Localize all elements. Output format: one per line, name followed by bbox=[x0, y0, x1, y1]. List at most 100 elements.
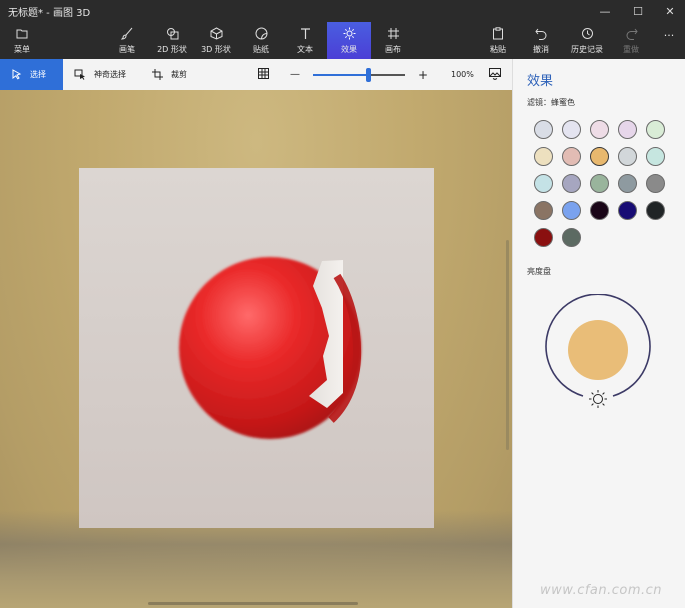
effects-sun-icon bbox=[342, 27, 356, 41]
zoom-in-button[interactable]: + bbox=[418, 59, 430, 90]
maximize-button[interactable]: ☐ bbox=[622, 0, 654, 22]
filter-swatch[interactable] bbox=[534, 228, 553, 247]
sub-toolbar: 选择 神奇选择 裁剪 — + 100% bbox=[0, 59, 512, 90]
filter-swatch[interactable] bbox=[646, 147, 665, 166]
panel-title: 效果 bbox=[527, 74, 554, 89]
shapes2d-label: 2D 形状 bbox=[157, 44, 187, 54]
crop-button[interactable]: 裁剪 bbox=[152, 59, 194, 90]
red-sphere-3d-object[interactable] bbox=[79, 168, 434, 528]
filter-swatch[interactable] bbox=[534, 201, 553, 220]
drawing-canvas[interactable] bbox=[79, 168, 434, 528]
redo-button[interactable]: 重做 bbox=[617, 22, 645, 59]
clipboard-icon bbox=[491, 27, 505, 41]
canvas-label: 画布 bbox=[385, 44, 401, 54]
history-label: 历史记录 bbox=[571, 44, 603, 54]
filter-swatch[interactable] bbox=[562, 147, 581, 166]
magic-select-icon bbox=[74, 69, 86, 80]
stickers-label: 贴纸 bbox=[253, 44, 269, 54]
redo-label: 重做 bbox=[623, 44, 639, 54]
vertical-scrollbar[interactable] bbox=[506, 240, 509, 450]
cursor-icon bbox=[12, 69, 22, 80]
zoom-slider-thumb[interactable] bbox=[365, 67, 371, 82]
magic-select-button[interactable]: 神奇选择 bbox=[74, 59, 136, 90]
filter-swatch[interactable] bbox=[534, 120, 553, 139]
canvas-button[interactable]: 画布 bbox=[378, 22, 408, 59]
window-title: 无标题* - 画图 3D bbox=[8, 8, 91, 19]
zoom-slider-track bbox=[313, 67, 405, 82]
horizontal-scrollbar[interactable] bbox=[148, 602, 358, 605]
shapes-2d-icon bbox=[165, 27, 179, 41]
main-toolbar: 菜单 画笔 2D 形状 3D 形状 贴纸 文本 效果 画布 粘贴 撤消 历史记录… bbox=[0, 22, 685, 59]
brushes-label: 画笔 bbox=[119, 44, 135, 54]
canvas-grid-icon bbox=[386, 27, 400, 41]
effects-button[interactable]: 效果 bbox=[327, 22, 371, 59]
zoom-out-button[interactable]: — bbox=[290, 59, 302, 90]
brushes-button[interactable]: 画笔 bbox=[110, 22, 144, 59]
more-label: ··· bbox=[663, 29, 675, 42]
undo-label: 撤消 bbox=[533, 44, 549, 54]
filter-swatch[interactable] bbox=[646, 120, 665, 139]
view-options-button[interactable] bbox=[489, 59, 503, 90]
watermark-text: www.cfan.com.cn bbox=[540, 583, 663, 598]
shapes3d-label: 3D 形状 bbox=[201, 44, 231, 54]
filter-swatch[interactable] bbox=[618, 201, 637, 220]
canvas-workspace[interactable] bbox=[0, 90, 512, 608]
brightness-dial[interactable] bbox=[543, 294, 653, 409]
history-clock-icon bbox=[580, 27, 594, 41]
menu-label: 菜单 bbox=[14, 44, 30, 54]
title-bar: 无标题* - 画图 3D — ☐ ✕ bbox=[0, 0, 685, 22]
filter-swatch[interactable] bbox=[534, 147, 553, 166]
sticker-icon bbox=[254, 27, 268, 41]
filter-swatch[interactable] bbox=[590, 174, 609, 193]
cube-icon bbox=[209, 27, 223, 41]
filter-swatch[interactable] bbox=[618, 147, 637, 166]
filter-swatch[interactable] bbox=[562, 228, 581, 247]
filter-swatch[interactable] bbox=[562, 120, 581, 139]
text-label: 文本 bbox=[297, 44, 313, 54]
effects-panel: 效果 滤镜：蜂蜜色 亮度盘 bbox=[512, 59, 685, 608]
filter-swatch[interactable] bbox=[534, 174, 553, 193]
zoom-percentage[interactable]: 100% bbox=[451, 59, 477, 90]
folder-icon bbox=[15, 27, 29, 41]
brush-icon bbox=[120, 27, 134, 41]
grid-icon bbox=[258, 68, 269, 81]
brightness-color-preview bbox=[568, 320, 628, 380]
grid-toggle-button[interactable] bbox=[258, 59, 272, 90]
filter-swatch[interactable] bbox=[590, 201, 609, 220]
shapes3d-button[interactable]: 3D 形状 bbox=[196, 22, 236, 59]
redo-icon bbox=[624, 27, 638, 41]
minimize-button[interactable]: — bbox=[589, 0, 621, 22]
filter-swatch[interactable] bbox=[618, 120, 637, 139]
crop-label: 裁剪 bbox=[171, 70, 187, 79]
shapes2d-button[interactable]: 2D 形状 bbox=[152, 22, 192, 59]
filter-swatch[interactable] bbox=[618, 174, 637, 193]
filter-swatch[interactable] bbox=[590, 120, 609, 139]
undo-button[interactable]: 撤消 bbox=[527, 22, 555, 59]
text-button[interactable]: 文本 bbox=[290, 22, 320, 59]
stickers-button[interactable]: 贴纸 bbox=[246, 22, 276, 59]
filter-swatch[interactable] bbox=[646, 174, 665, 193]
more-button[interactable]: ··· bbox=[658, 22, 680, 59]
brightness-label: 亮度盘 bbox=[527, 267, 551, 276]
crop-icon bbox=[152, 69, 163, 80]
image-view-icon bbox=[489, 67, 501, 82]
text-t-icon bbox=[298, 27, 312, 41]
undo-icon bbox=[534, 27, 548, 41]
effects-label: 效果 bbox=[341, 44, 357, 54]
magic-select-label: 神奇选择 bbox=[94, 70, 126, 79]
close-button[interactable]: ✕ bbox=[654, 0, 685, 22]
paste-label: 粘贴 bbox=[490, 44, 506, 54]
paste-button[interactable]: 粘贴 bbox=[484, 22, 512, 59]
select-label: 选择 bbox=[30, 70, 46, 79]
filter-label: 滤镜：蜂蜜色 bbox=[527, 98, 575, 107]
menu-button[interactable]: 菜单 bbox=[6, 22, 38, 59]
history-button[interactable]: 历史记录 bbox=[567, 22, 607, 59]
select-tool-button[interactable]: 选择 bbox=[0, 59, 63, 90]
zoom-slider-fill bbox=[313, 73, 369, 76]
filter-swatch[interactable] bbox=[646, 201, 665, 220]
zoom-slider[interactable] bbox=[313, 59, 405, 90]
brightness-sun-icon[interactable] bbox=[589, 390, 607, 408]
filter-swatch[interactable] bbox=[562, 174, 581, 193]
filter-swatch[interactable] bbox=[590, 147, 609, 166]
filter-swatch[interactable] bbox=[562, 201, 581, 220]
